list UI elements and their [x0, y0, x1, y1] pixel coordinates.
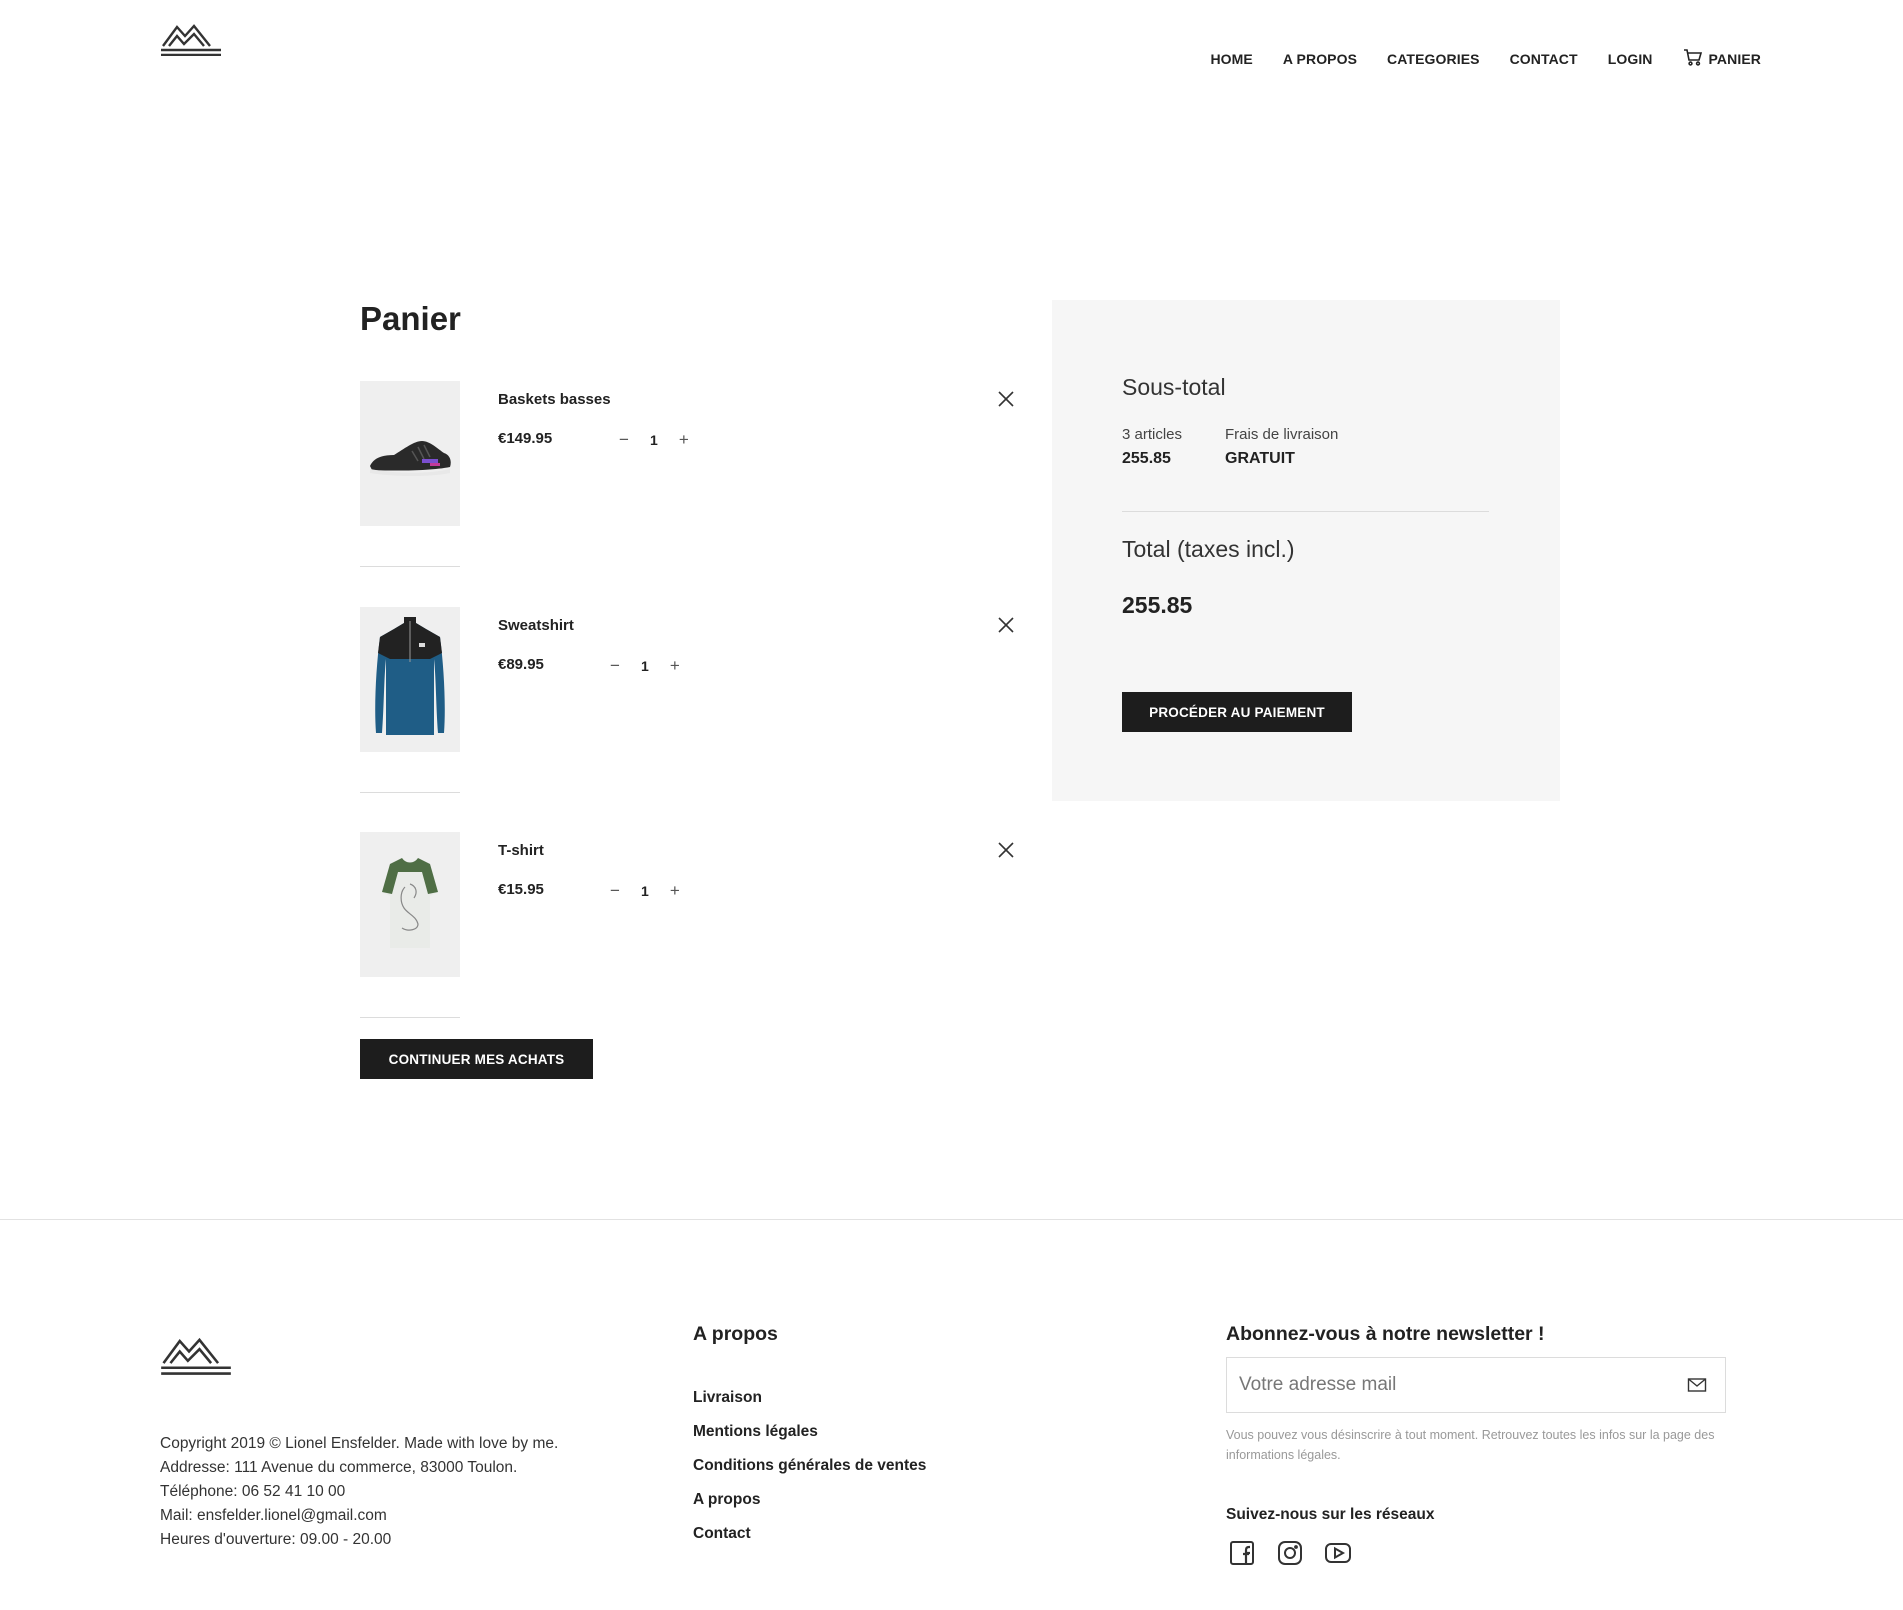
- remove-item-close-icon[interactable]: [996, 840, 1016, 860]
- footer-logo-mountain-icon: [160, 1335, 232, 1375]
- qty-minus-button[interactable]: −: [618, 431, 630, 449]
- mail-text: Mail: ensfelder.lionel@gmail.com: [160, 1507, 387, 1524]
- newsletter-form: [1226, 1357, 1726, 1413]
- newsletter-heading: Abonnez-vous à notre newsletter !: [1226, 1323, 1545, 1345]
- order-summary: Sous-total 3 articles 255.85 Frais de li…: [1052, 300, 1560, 801]
- articles-label: 3 articles: [1122, 426, 1183, 443]
- item-name: T-shirt: [498, 842, 544, 859]
- footer-contact-info: Copyright 2019 © Lionel Ensfelder. Made …: [160, 1432, 558, 1552]
- nav-categories[interactable]: CATEGORIES: [1387, 51, 1480, 67]
- social-links: [1228, 1540, 1352, 1566]
- qty-minus-button[interactable]: −: [609, 882, 621, 900]
- nav-login[interactable]: LOGIN: [1608, 51, 1653, 67]
- checkout-button[interactable]: PROCÉDER AU PAIEMENT: [1122, 692, 1352, 732]
- cart-icon: [1683, 48, 1703, 69]
- qty-plus-button[interactable]: +: [669, 882, 681, 900]
- phone-text: Téléphone: 06 52 41 10 00: [160, 1483, 346, 1500]
- youtube-icon[interactable]: [1324, 1540, 1352, 1566]
- qty-plus-button[interactable]: +: [669, 657, 681, 675]
- footer-link-contact[interactable]: Contact: [693, 1525, 926, 1559]
- copyright-text: Copyright 2019 © Lionel Ensfelder. Made …: [160, 1435, 559, 1452]
- address-text: Addresse: 111 Avenue du commerce, 83000 …: [160, 1459, 518, 1476]
- logo-mountain-icon[interactable]: [160, 22, 222, 57]
- quantity-stepper: − 1 +: [609, 657, 681, 675]
- footer-link-mentions[interactable]: Mentions légales: [693, 1423, 926, 1457]
- qty-value: 1: [641, 658, 649, 674]
- cart-item: Baskets basses €149.95 − 1 +: [360, 381, 1020, 526]
- envelope-icon[interactable]: [1687, 1376, 1707, 1394]
- remove-item-close-icon[interactable]: [996, 615, 1016, 635]
- footer-about-heading: A propos: [693, 1323, 778, 1345]
- quantity-stepper: − 1 +: [618, 431, 690, 449]
- social-heading: Suivez-nous sur les réseaux: [1226, 1506, 1435, 1523]
- page-title: Panier: [360, 300, 461, 337]
- item-price: €15.95: [498, 881, 544, 898]
- nav-home[interactable]: HOME: [1210, 51, 1252, 67]
- qty-plus-button[interactable]: +: [678, 431, 690, 449]
- tshirt-image[interactable]: [360, 832, 460, 977]
- nav-contact[interactable]: CONTACT: [1510, 51, 1578, 67]
- nav-panier[interactable]: PANIER: [1683, 48, 1761, 69]
- summary-divider: [1122, 511, 1489, 512]
- nav-panier-label: PANIER: [1708, 50, 1761, 67]
- item-name: Baskets basses: [498, 391, 611, 408]
- item-name: Sweatshirt: [498, 617, 574, 634]
- qty-value: 1: [650, 432, 658, 448]
- continue-shopping-button[interactable]: CONTINUER MES ACHATS: [360, 1039, 593, 1079]
- shipping-value: GRATUIT: [1225, 450, 1295, 467]
- item-price: €89.95: [498, 656, 544, 673]
- cart-item: Sweatshirt €89.95 − 1 +: [360, 607, 1020, 752]
- cart-item: T-shirt €15.95 − 1 +: [360, 832, 1020, 977]
- newsletter-email-input[interactable]: [1239, 1358, 1669, 1412]
- qty-minus-button[interactable]: −: [609, 657, 621, 675]
- newsletter-note: Vous pouvez vous désinscrire à tout mome…: [1226, 1428, 1715, 1462]
- footer-link-cgv[interactable]: Conditions générales de ventes: [693, 1457, 926, 1491]
- hours-text: Heures d'ouverture: 09.00 - 20.00: [160, 1531, 392, 1548]
- footer-divider: [0, 1219, 1903, 1220]
- item-divider: [360, 792, 460, 793]
- qty-value: 1: [641, 883, 649, 899]
- subtotal-title: Sous-total: [1122, 374, 1226, 400]
- sneaker-image[interactable]: [360, 381, 460, 526]
- instagram-icon[interactable]: [1276, 1540, 1304, 1566]
- footer-link-a-propos[interactable]: A propos: [693, 1491, 926, 1525]
- total-label: Total (taxes incl.): [1122, 536, 1295, 562]
- remove-item-close-icon[interactable]: [996, 389, 1016, 409]
- facebook-icon[interactable]: [1228, 1540, 1256, 1566]
- nav-a-propos[interactable]: A PROPOS: [1283, 51, 1357, 67]
- item-divider: [360, 1017, 460, 1018]
- item-price: €149.95: [498, 430, 553, 447]
- articles-value: 255.85: [1122, 450, 1171, 467]
- sweatshirt-image[interactable]: [360, 607, 460, 752]
- quantity-stepper: − 1 +: [609, 882, 681, 900]
- main-nav: HOME A PROPOS CATEGORIES CONTACT LOGIN P…: [1210, 48, 1761, 69]
- total-value: 255.85: [1122, 592, 1193, 618]
- footer-link-livraison[interactable]: Livraison: [693, 1389, 926, 1423]
- shipping-label: Frais de livraison: [1225, 426, 1339, 443]
- item-divider: [360, 566, 460, 567]
- footer-links: Livraison Mentions légales Conditions gé…: [693, 1389, 926, 1559]
